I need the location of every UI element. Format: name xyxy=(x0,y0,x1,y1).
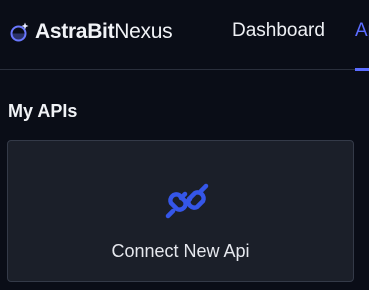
connect-new-api-card[interactable]: Connect New Api xyxy=(7,140,354,282)
plug-connect-icon xyxy=(165,183,209,219)
nav-active-indicator xyxy=(355,68,369,71)
astrabit-planet-logo-icon xyxy=(10,22,29,42)
brand-wordmark: AstraBitNexus xyxy=(35,20,173,44)
top-navigation-bar: AstraBitNexus Dashboard Ap xyxy=(0,0,369,71)
nav-item-dashboard[interactable]: Dashboard xyxy=(232,20,325,42)
page: AstraBitNexus Dashboard Ap My APIs Conne… xyxy=(0,0,369,290)
brand-name-light: Nexus xyxy=(114,20,173,43)
connect-new-api-label: Connect New Api xyxy=(111,241,250,261)
nav-item-apis[interactable]: Ap xyxy=(355,20,369,42)
brand-name-bold: AstraBit xyxy=(35,20,115,43)
section-title: My APIs xyxy=(8,101,78,121)
brand-logo[interactable]: AstraBitNexus xyxy=(8,14,173,50)
